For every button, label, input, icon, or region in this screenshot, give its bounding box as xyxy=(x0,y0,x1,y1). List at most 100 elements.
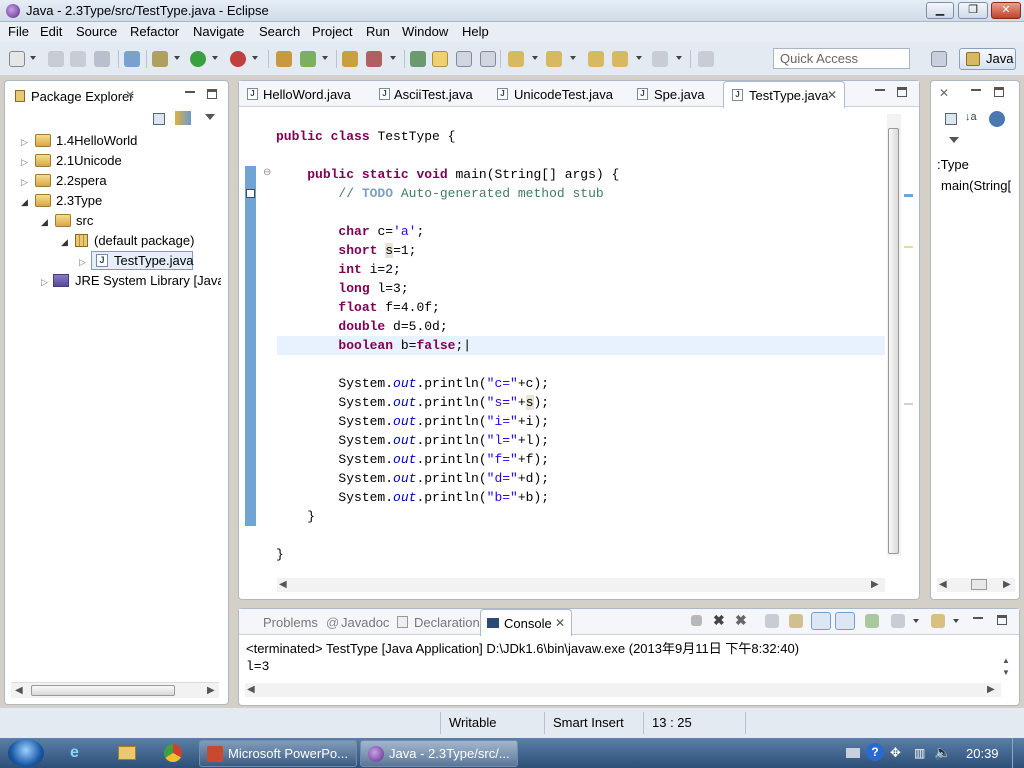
tab-declaration[interactable]: Declaration xyxy=(414,609,480,635)
code-line-19[interactable]: System.out.println("d="+d); xyxy=(276,471,549,486)
tree-item-2-2spera[interactable]: 2.2spera xyxy=(56,173,107,188)
scroll-left-icon[interactable]: ◀ xyxy=(15,685,23,696)
next-annotation-icon[interactable] xyxy=(508,51,524,67)
maximize-button[interactable]: ❐ xyxy=(958,2,988,19)
print-icon[interactable] xyxy=(94,51,110,67)
maximize-icon[interactable] xyxy=(997,615,1007,625)
remove-launch-icon[interactable]: ✖ xyxy=(713,612,725,629)
minimize-icon[interactable] xyxy=(185,87,195,93)
open-perspective-icon[interactable] xyxy=(931,51,947,67)
pin-editor-icon[interactable] xyxy=(698,51,714,67)
help-icon[interactable]: ? xyxy=(866,743,884,761)
volume-icon[interactable]: 🔈 xyxy=(934,744,951,761)
show-desktop-button[interactable] xyxy=(1012,738,1024,768)
close-icon[interactable]: ✕ xyxy=(827,88,837,102)
menu-help[interactable]: Help xyxy=(462,24,489,39)
code-line-3[interactable]: public static void main(String[] args) { xyxy=(276,167,619,182)
code-line-4[interactable]: // TODO Auto-generated method stub xyxy=(276,186,603,201)
chevron-down-icon[interactable] xyxy=(252,56,258,60)
chevron-down-icon[interactable] xyxy=(636,56,642,60)
code-line-14[interactable]: System.out.println("c="+c); xyxy=(276,376,549,391)
scroll-left-icon[interactable]: ◀ xyxy=(279,579,287,590)
scroll-down-icon[interactable]: ▼ xyxy=(1002,668,1010,677)
remove-all-icon[interactable]: ✖ xyxy=(735,612,747,629)
chevron-down-icon[interactable] xyxy=(532,56,538,60)
chevron-down-icon[interactable] xyxy=(953,619,959,623)
scroll-right-icon[interactable]: ▶ xyxy=(871,579,879,590)
annotation-icon[interactable] xyxy=(410,51,426,67)
terminate-icon[interactable] xyxy=(691,615,702,626)
console-output[interactable]: l=3 xyxy=(246,659,269,674)
new-class-icon[interactable] xyxy=(300,51,316,67)
pin-console-icon[interactable] xyxy=(865,614,879,628)
outline-item-main[interactable]: main(String[ xyxy=(941,178,1017,193)
chevron-down-icon[interactable] xyxy=(322,56,328,60)
code-line-21[interactable]: } xyxy=(276,509,315,524)
tab-testtype-active[interactable]: J TestType.java ✕ xyxy=(723,81,845,108)
open-type-icon[interactable] xyxy=(342,51,358,67)
open-console-icon[interactable] xyxy=(931,614,945,628)
block-selection-icon[interactable] xyxy=(456,51,472,67)
display-console-icon[interactable] xyxy=(891,614,905,628)
show-whitespace-icon[interactable] xyxy=(480,51,496,67)
chevron-down-icon[interactable] xyxy=(570,56,576,60)
scroll-lock-icon[interactable] xyxy=(789,614,803,628)
pen-icon[interactable]: ✥ xyxy=(890,745,901,761)
close-icon[interactable]: ✕ xyxy=(125,88,135,102)
tab-javadoc[interactable]: Javadoc xyxy=(341,609,389,635)
close-icon[interactable]: ✕ xyxy=(555,616,565,630)
collapse-arrow-icon[interactable]: ◢ xyxy=(41,217,48,228)
ie-icon[interactable]: e xyxy=(70,744,79,762)
tab-problems[interactable]: Problems xyxy=(263,609,318,635)
collapse-all-icon[interactable] xyxy=(153,113,165,125)
code-line-9[interactable]: long l=3; xyxy=(276,281,408,296)
search-icon[interactable] xyxy=(366,51,382,67)
tab-helloword[interactable]: HelloWord.java xyxy=(263,81,351,107)
code-line-15[interactable]: System.out.println("s="+s); xyxy=(276,395,549,410)
clock[interactable]: 20:39 xyxy=(966,746,999,761)
view-menu-icon[interactable] xyxy=(205,114,215,120)
collapse-all-icon[interactable] xyxy=(945,113,957,125)
tree-item-2-3type[interactable]: 2.3Type xyxy=(56,193,102,208)
tree-item-1-4helloworld[interactable]: 1.4HelloWorld xyxy=(56,133,137,148)
menu-file[interactable]: File xyxy=(8,24,29,39)
taskbar-eclipse-button[interactable]: Java - 2.3Type/src/... xyxy=(360,740,518,767)
chevron-down-icon[interactable] xyxy=(913,619,919,623)
chevron-down-icon[interactable] xyxy=(676,56,682,60)
show-stderr-icon[interactable] xyxy=(835,612,855,630)
code-line-12[interactable]: boolean b=false;| xyxy=(276,338,471,353)
minimize-icon[interactable] xyxy=(973,613,983,619)
menu-source[interactable]: Source xyxy=(76,24,117,39)
menu-window[interactable]: Window xyxy=(402,24,448,39)
package-explorer-title[interactable]: Package Explorer xyxy=(31,83,134,109)
code-line-11[interactable]: double d=5.0d; xyxy=(276,319,447,334)
tree-item-src[interactable]: src xyxy=(76,213,93,228)
quick-access-input[interactable]: Quick Access xyxy=(773,48,910,69)
sort-icon[interactable]: ↓a xyxy=(965,111,977,123)
mark-occurrences-icon[interactable] xyxy=(432,51,448,67)
tree-item-jre-library[interactable]: JRE System Library [JavaS xyxy=(75,273,221,288)
code-line-8[interactable]: int i=2; xyxy=(276,262,400,277)
overview-marker[interactable] xyxy=(904,403,913,405)
tab-console-active[interactable]: Console ✕ xyxy=(480,609,572,636)
debug-icon[interactable] xyxy=(152,51,168,67)
menu-refactor[interactable]: Refactor xyxy=(130,24,179,39)
last-edit-icon[interactable] xyxy=(588,51,604,67)
vertical-scrollbar[interactable] xyxy=(887,114,901,556)
keyboard-icon[interactable] xyxy=(846,748,860,758)
java-perspective-button[interactable]: Java xyxy=(959,48,1016,70)
minimize-button[interactable]: ▁ xyxy=(926,2,954,19)
overview-marker[interactable] xyxy=(904,246,913,248)
expand-arrow-icon[interactable]: ▷ xyxy=(21,177,28,188)
external-tools-icon[interactable] xyxy=(230,51,246,67)
save-icon[interactable] xyxy=(48,51,64,67)
expand-arrow-icon[interactable]: ▷ xyxy=(21,137,28,148)
scroll-right-icon[interactable]: ▶ xyxy=(987,684,995,695)
tab-spe[interactable]: Spe.java xyxy=(654,81,705,107)
chrome-icon[interactable] xyxy=(164,744,182,762)
skip-breakpoints-icon[interactable] xyxy=(124,51,140,67)
tree-item-default-package[interactable]: (default package) xyxy=(94,233,194,248)
network-icon[interactable]: ▥ xyxy=(914,746,925,760)
previous-annotation-icon[interactable] xyxy=(546,51,562,67)
close-button[interactable]: ✕ xyxy=(991,2,1021,19)
